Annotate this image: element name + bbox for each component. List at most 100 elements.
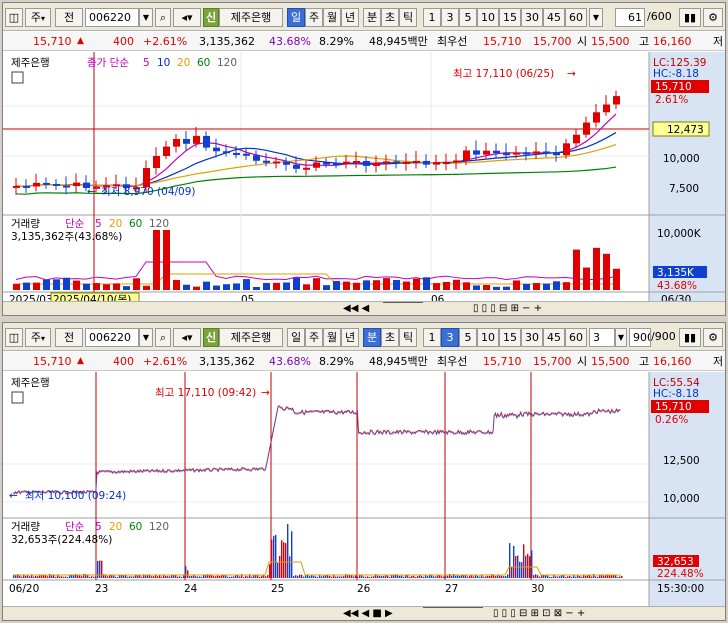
- period-day-tab[interactable]: 일: [287, 8, 305, 27]
- zoom-controls-icon[interactable]: ▯ ▯ ▯ ⊟ ⊞ ⊡ ⊠ − +: [493, 607, 585, 620]
- mode-button[interactable]: 전: [55, 8, 83, 27]
- scroll-thumb[interactable]: [423, 607, 483, 608]
- bottom-scrollbar[interactable]: ◀◀ ◀ ■ ▶ ▯ ▯ ▯ ⊟ ⊞ ⊡ ⊠ − +: [3, 606, 725, 620]
- chart-layout-icon[interactable]: ◫: [5, 328, 23, 347]
- period-month-tab[interactable]: 월: [323, 8, 341, 27]
- volume-bar: [533, 575, 535, 578]
- top-scrollbar[interactable]: ◀◀ ◀ ▯ ▯ ▯ ⊟ ⊞ − +: [3, 301, 725, 315]
- vol-value: 32,653주(224.48%): [11, 534, 112, 546]
- volume-bar: [323, 285, 330, 290]
- volume-bar: [213, 576, 215, 578]
- scroll-prev-icon[interactable]: ◀◀ ◀ ■ ▶: [343, 607, 393, 620]
- daily-candle-chart[interactable]: 제주은행 종가 단순 5 10 20 60 120 최고 17,110 (06/…: [3, 52, 725, 302]
- interval-1[interactable]: 1: [423, 328, 441, 347]
- period-tick-tab[interactable]: 틱: [399, 328, 417, 347]
- volume-bar: [329, 575, 331, 578]
- minute-line-chart[interactable]: 제주은행 최고 17,110 (09:42) → ← 최저 10,100 (09…: [3, 372, 725, 608]
- period-second-tab[interactable]: 초: [381, 328, 399, 347]
- stock-name[interactable]: 제주은행: [219, 328, 283, 347]
- volume-bar: [443, 281, 450, 290]
- mode-button[interactable]: 전: [55, 328, 83, 347]
- interval-60[interactable]: 60: [565, 8, 587, 27]
- volume-bar: [513, 280, 520, 290]
- period-minute-tab[interactable]: 분: [363, 328, 381, 347]
- interval-5[interactable]: 5: [459, 328, 477, 347]
- period-second-tab[interactable]: 초: [381, 8, 399, 27]
- volume-bar: [109, 575, 111, 578]
- xaxis-d4: 26: [357, 583, 371, 595]
- interval-10[interactable]: 10: [477, 328, 499, 347]
- vol-legend-name: 거래량: [11, 218, 40, 230]
- scroll-prev-icon[interactable]: ◀◀ ◀: [343, 302, 369, 315]
- period-week-tab[interactable]: 주: [305, 8, 323, 27]
- interval-3[interactable]: 3: [441, 328, 459, 347]
- volume-bar: [463, 282, 470, 290]
- interval-3[interactable]: 3: [441, 8, 459, 27]
- scroll-thumb[interactable]: [383, 302, 423, 303]
- interval-15[interactable]: 15: [499, 8, 521, 27]
- volume-bar: [145, 575, 147, 578]
- volume-bar: [609, 575, 611, 578]
- code-dropdown-icon[interactable]: ▼: [139, 328, 153, 347]
- xaxis-d1: 23: [95, 583, 108, 595]
- period-tick-tab[interactable]: 틱: [399, 8, 417, 27]
- period-year-tab[interactable]: 년: [341, 8, 359, 27]
- current-vol-pct: 224.48%: [657, 568, 704, 580]
- period-year-tab[interactable]: 년: [341, 328, 359, 347]
- interval-dropdown-icon[interactable]: ▼: [589, 8, 603, 27]
- interval-60[interactable]: 60: [565, 328, 587, 347]
- volume-bar: [61, 576, 63, 578]
- period-day-tab[interactable]: 일: [287, 328, 305, 347]
- interval-45[interactable]: 45: [543, 8, 565, 27]
- interval-45[interactable]: 45: [543, 328, 565, 347]
- volume-bar: [493, 286, 500, 290]
- candle: [63, 185, 70, 188]
- volume-bar: [457, 575, 459, 578]
- candle: [43, 182, 50, 185]
- interval-1[interactable]: 1: [423, 8, 441, 27]
- sound-icon[interactable]: ◂▾: [173, 328, 201, 347]
- interval-input[interactable]: 3: [589, 328, 615, 347]
- period-month-tab[interactable]: 월: [323, 328, 341, 347]
- search-icon[interactable]: ⌕: [155, 328, 171, 347]
- search-icon[interactable]: ⌕: [155, 8, 171, 27]
- candle: [363, 161, 370, 166]
- count-input[interactable]: 900: [629, 328, 651, 347]
- vol-ma120-legend: 120: [149, 521, 169, 533]
- best-price-label: 최우선: [437, 355, 468, 368]
- market-select[interactable]: 주▾: [25, 328, 51, 347]
- settings-icon[interactable]: ⚙: [703, 8, 723, 27]
- interval-5[interactable]: 5: [459, 8, 477, 27]
- code-dropdown-icon[interactable]: ▼: [139, 8, 153, 27]
- zoom-controls-icon[interactable]: ▯ ▯ ▯ ⊟ ⊞ − +: [473, 302, 542, 315]
- interval-30[interactable]: 30: [521, 328, 543, 347]
- period-week-tab[interactable]: 주: [305, 328, 323, 347]
- grid-toggle-icon[interactable]: [11, 71, 24, 84]
- indicator-icon[interactable]: ▮▮: [679, 8, 701, 27]
- volume-bar: [479, 576, 481, 578]
- stock-code-input[interactable]: 006220: [85, 8, 139, 27]
- sound-icon[interactable]: ◂▾: [173, 8, 201, 27]
- ma5-legend: 5: [143, 57, 150, 69]
- interval-10[interactable]: 10: [477, 8, 499, 27]
- grid-toggle-icon[interactable]: [11, 391, 24, 404]
- stock-code-input[interactable]: 006220: [85, 328, 139, 347]
- candle: [273, 161, 280, 164]
- settings-icon[interactable]: ⚙: [703, 328, 723, 347]
- vol-ma20-legend: 20: [109, 521, 122, 533]
- chart-layout-icon[interactable]: ◫: [5, 8, 23, 27]
- interval-dropdown-icon[interactable]: ▼: [615, 328, 627, 347]
- count-input[interactable]: 61: [615, 8, 645, 27]
- market-select[interactable]: 주▾: [25, 8, 51, 27]
- volume-bar: [475, 575, 477, 578]
- period-minute-tab[interactable]: 분: [363, 8, 381, 27]
- volume-bar: [377, 575, 379, 578]
- interval-15[interactable]: 15: [499, 328, 521, 347]
- indicator-icon[interactable]: ▮▮: [679, 328, 701, 347]
- stock-name[interactable]: 제주은행: [219, 8, 283, 27]
- interval-30[interactable]: 30: [521, 8, 543, 27]
- best-price-label: 최우선: [437, 35, 468, 48]
- volume-bar: [331, 576, 333, 578]
- volume-bar: [197, 576, 199, 578]
- volume-bar: [613, 575, 615, 578]
